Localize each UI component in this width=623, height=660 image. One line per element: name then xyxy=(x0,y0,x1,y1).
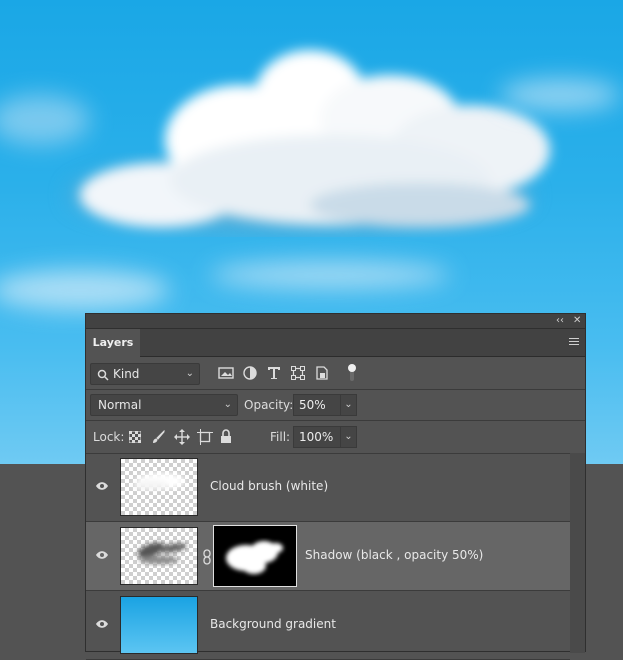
panel-header-strip: ‹‹ ✕ xyxy=(86,314,585,329)
fill-input[interactable]: 100% xyxy=(293,426,341,448)
layer-name: Cloud brush (white) xyxy=(210,479,329,493)
opacity-label: Opacity: xyxy=(244,398,294,412)
lock-all-icon[interactable] xyxy=(220,429,232,444)
chevron-down-icon: ⌄ xyxy=(185,368,194,379)
hamburger-menu-icon[interactable] xyxy=(569,338,579,346)
layer-mask-thumbnail[interactable] xyxy=(213,525,297,587)
layer-row-shadow[interactable]: Shadow (black , opacity 50%) xyxy=(86,522,570,591)
layer-name: Background gradient xyxy=(210,617,336,631)
fill-slider-toggle[interactable]: ⌄ xyxy=(340,426,357,448)
search-icon xyxy=(97,369,109,381)
layer-thumbnail xyxy=(120,527,198,585)
tab-layers[interactable]: Layers xyxy=(86,329,140,357)
shadow-thumbnail-art xyxy=(137,542,187,564)
filter-row: Kind ⌄ xyxy=(86,357,585,390)
mask-shape-art xyxy=(226,541,283,574)
lock-transparent-pixels-icon[interactable] xyxy=(129,431,141,443)
opacity-input[interactable]: 50% xyxy=(293,394,341,416)
opacity-slider-toggle[interactable]: ⌄ xyxy=(340,394,357,416)
eye-icon[interactable] xyxy=(95,619,109,629)
kind-label: Kind xyxy=(113,367,140,381)
close-panel-button[interactable]: ✕ xyxy=(573,314,581,328)
lock-label: Lock: xyxy=(93,430,125,444)
layer-row-background-gradient[interactable]: Background gradient xyxy=(86,591,570,660)
layer-thumbnail xyxy=(120,458,198,516)
collapse-panel-button[interactable]: ‹‹ xyxy=(556,314,564,328)
fill-label: Fill: xyxy=(270,430,291,444)
tab-bar: Layers xyxy=(86,329,585,357)
layer-row-cloud-brush[interactable]: Cloud brush (white) xyxy=(86,453,570,522)
shape-filter-icon[interactable] xyxy=(291,366,305,380)
lock-position-icon[interactable] xyxy=(174,429,190,445)
blend-mode-value: Normal xyxy=(98,398,142,412)
type-filter-icon[interactable] xyxy=(267,366,281,380)
adjustment-filter-icon[interactable] xyxy=(243,366,257,380)
chevron-down-icon: ⌄ xyxy=(223,399,232,410)
artboard-nesting-icon[interactable] xyxy=(197,429,213,445)
blend-mode-dropdown[interactable]: Normal ⌄ xyxy=(90,394,238,416)
layer-name: Shadow (black , opacity 50%) xyxy=(305,548,484,562)
kind-filter-dropdown[interactable]: Kind ⌄ xyxy=(90,363,200,385)
eye-icon[interactable] xyxy=(95,550,109,560)
blend-row: Normal ⌄ Opacity: 50% ⌄ xyxy=(86,390,585,421)
link-chain-icon[interactable] xyxy=(202,549,212,565)
filter-toggle-icon[interactable] xyxy=(347,363,357,383)
lock-row: Lock: Fill: 100% ⌄ xyxy=(86,421,585,454)
layers-scrollbar[interactable] xyxy=(570,453,585,653)
cloud-thumbnail-art xyxy=(133,473,185,490)
smart-object-filter-icon[interactable] xyxy=(315,366,329,380)
layer-thumbnail xyxy=(120,596,198,654)
lock-image-pixels-icon[interactable] xyxy=(151,430,165,444)
eye-icon[interactable] xyxy=(95,481,109,491)
image-filter-icon[interactable] xyxy=(218,366,234,380)
layers-panel: ‹‹ ✕ Layers Kind ⌄ Normal ⌄ Opacity: 50%… xyxy=(85,313,586,660)
